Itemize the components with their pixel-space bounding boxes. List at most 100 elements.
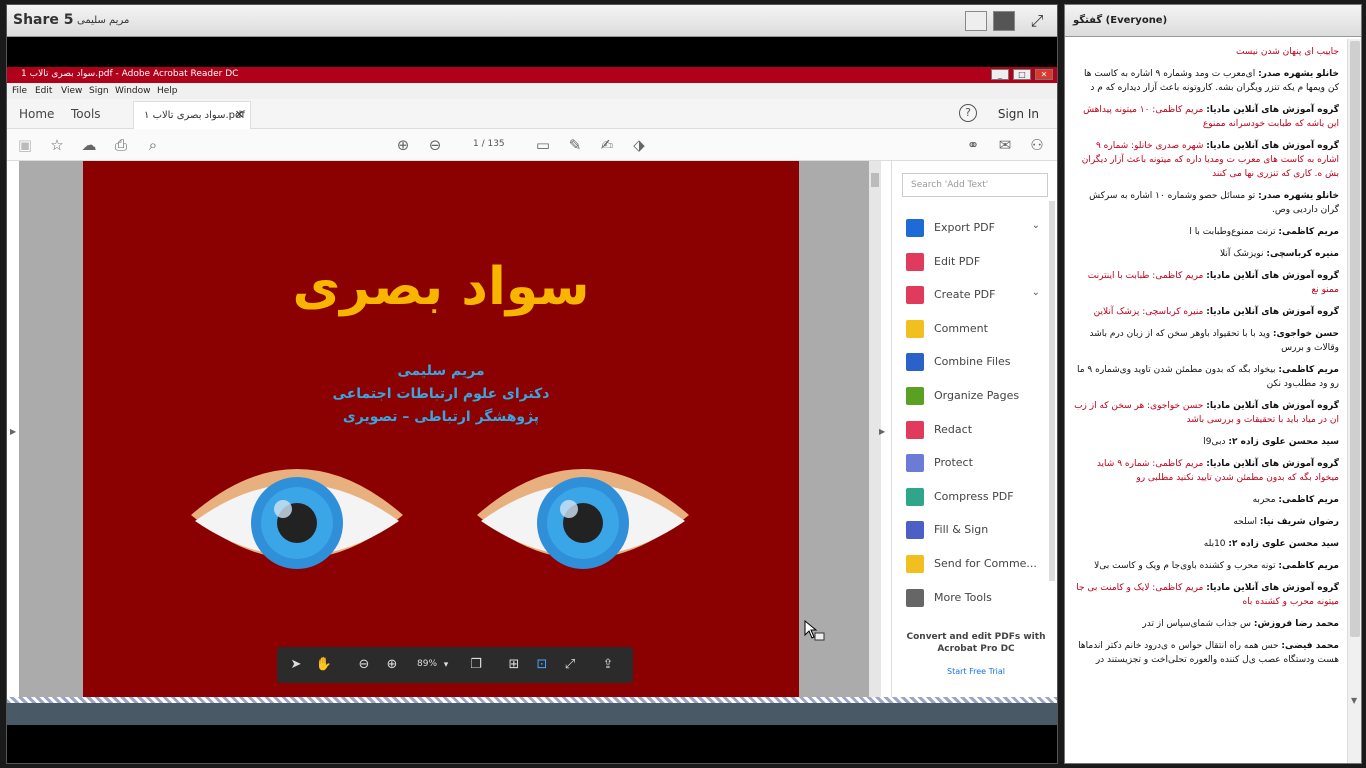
document-area[interactable]: سواد بصری مریم سلیمی دکترای علوم ارتباطا… xyxy=(19,161,869,697)
zoom-out-icon[interactable]: ⊖ xyxy=(355,656,373,674)
chat-scroll-thumb[interactable] xyxy=(1350,41,1360,637)
tool-fill-sign[interactable]: Fill & Sign xyxy=(906,519,1046,543)
tools-search-input[interactable]: Search 'Add Text' xyxy=(902,173,1048,197)
document-scroll-thumb[interactable] xyxy=(871,173,879,187)
tab-tools[interactable]: Tools xyxy=(71,107,101,121)
comment-icon[interactable]: ▭ xyxy=(533,135,553,155)
tool-more-tools[interactable]: More Tools xyxy=(906,587,1046,611)
prev-page-icon[interactable]: ⊕ xyxy=(393,135,413,155)
chat-message: خانلو یشهره صدر: ای‌معرب ت ومد وشماره ۹ … xyxy=(1073,67,1339,95)
tool-organize-pages[interactable]: Organize Pages xyxy=(906,385,1046,409)
menu-sign[interactable]: Sign xyxy=(89,86,109,96)
tool-comment[interactable]: Comment xyxy=(906,318,1046,342)
tab-document[interactable]: ۱ سواد بصری تالاب.pdf ✕ xyxy=(133,101,251,129)
tool-icon xyxy=(906,219,924,237)
tab-home[interactable]: Home xyxy=(19,107,54,121)
upload-cloud-icon[interactable]: ☁ xyxy=(79,135,99,155)
scroll-down-arrow-icon[interactable]: ▼ xyxy=(1351,696,1357,705)
chat-text: 10بله xyxy=(1203,539,1226,549)
chat-sender: مریم کاظمی: xyxy=(1278,561,1339,571)
menu-edit[interactable]: Edit xyxy=(35,86,52,96)
chat-sender: گروه آموزش های آنلاین مادیا: xyxy=(1206,141,1339,151)
tool-edit-pdf[interactable]: Edit PDF xyxy=(906,251,1046,275)
acrobat-window-title: سواد بصری تالاب 1.pdf - Adobe Acrobat Re… xyxy=(21,69,239,79)
acrobat-titlebar: سواد بصری تالاب 1.pdf - Adobe Acrobat Re… xyxy=(7,67,1057,83)
close-window-button[interactable]: ✕ xyxy=(1035,69,1053,80)
left-pane-toggle-icon[interactable]: ▶ xyxy=(10,427,16,436)
layout-normal-button[interactable] xyxy=(965,11,987,31)
next-page-icon[interactable]: ⊖ xyxy=(425,135,445,155)
chat-message: رضوان شریف نیا: اسلحه xyxy=(1073,515,1339,529)
select-arrow-icon[interactable]: ➤ xyxy=(287,656,305,674)
pdf-title: سواد بصری xyxy=(292,257,590,317)
start-free-trial-link[interactable]: Start Free Trial xyxy=(906,667,1046,676)
chat-message: حسن خواجوی: وید با با تحقیواد باوهر سخن … xyxy=(1073,327,1339,355)
hand-tool-icon[interactable]: ✋ xyxy=(315,656,333,674)
chat-title: گفتگو (Everyone) xyxy=(1073,15,1168,26)
attach-link-icon[interactable]: ⚭ xyxy=(963,135,983,155)
search-icon[interactable]: ⌕ xyxy=(143,135,163,155)
menubar: File Edit View Sign Window Help xyxy=(7,83,1057,99)
tool-redact[interactable]: Redact xyxy=(906,419,1046,443)
tool-create-pdf[interactable]: Create PDF ⌄ xyxy=(906,284,1046,308)
page-view-icon[interactable]: ❐ xyxy=(467,656,485,674)
close-tab-icon[interactable]: ✕ xyxy=(235,108,244,121)
chat-message: گروه آموزش های آنلاین مادیا: مریم کاظمی:… xyxy=(1073,581,1339,609)
fullscreen-icon[interactable]: ⤢ xyxy=(1027,11,1047,31)
add-user-icon[interactable]: ⚇ xyxy=(1027,135,1047,155)
tool-label: Fill & Sign xyxy=(934,523,989,537)
fit-page-icon[interactable]: ⊞ xyxy=(505,656,523,674)
fullscreen-mode-icon[interactable]: ⤢ xyxy=(561,656,579,674)
chat-text: منیره کرباسچی: پزشک آنلاین xyxy=(1093,307,1204,317)
pdf-author: مریم سلیمی xyxy=(397,363,485,379)
download-icon[interactable]: ⇪ xyxy=(599,656,617,674)
zoom-dropdown-icon[interactable]: ▾ xyxy=(437,656,455,674)
tool-label: Export PDF xyxy=(934,221,995,234)
layout-fit-button[interactable] xyxy=(993,11,1015,31)
chat-message: گروه آموزش های آنلاین مادیا: حسن خواجوی:… xyxy=(1073,399,1339,427)
sign-icon[interactable]: ✍ xyxy=(597,135,617,155)
zoom-level[interactable]: 89% xyxy=(417,659,437,669)
tool-send-for-comme[interactable]: Send for Comme... xyxy=(906,553,1046,577)
tool-label: Combine Files xyxy=(934,355,1011,369)
email-icon[interactable]: ✉ xyxy=(995,135,1015,155)
help-icon[interactable]: ? xyxy=(959,104,977,122)
menu-file[interactable]: File xyxy=(12,86,27,96)
print-icon[interactable]: ⎙ xyxy=(111,135,131,155)
page-indicator[interactable]: 1 / 135 xyxy=(473,139,505,149)
chat-sender: مریم کاظمی: xyxy=(1278,365,1339,375)
tool-combine-files[interactable]: Combine Files xyxy=(906,351,1046,375)
tools-pane-toggle-icon[interactable]: ▶ xyxy=(879,427,885,436)
menu-help[interactable]: Help xyxy=(157,86,178,96)
chat-message: مریم کاظمی: محربه xyxy=(1073,493,1339,507)
chat-message: مریم کاظمی: ترنت ممنوع‌وطبابت با ا xyxy=(1073,225,1339,239)
fit-width-icon[interactable]: ⊡ xyxy=(533,656,551,674)
minimize-button[interactable]: _ xyxy=(991,69,1009,80)
sign-in-button[interactable]: Sign In xyxy=(998,107,1039,121)
chat-sender: گروه آموزش های آنلاین مادیا: xyxy=(1206,459,1339,469)
tools-scrollbar[interactable] xyxy=(1049,201,1055,581)
chevron-down-icon[interactable]: ⌄ xyxy=(1032,220,1040,231)
menu-view[interactable]: View xyxy=(61,86,82,96)
tool-protect[interactable]: Protect xyxy=(906,452,1046,476)
maximize-button[interactable]: □ xyxy=(1013,69,1031,80)
tool-export-pdf[interactable]: Export PDF ⌄ xyxy=(906,217,1046,241)
chat-scrollbar[interactable]: ▼ xyxy=(1347,39,1361,763)
chat-text: تونه محرب و کشنده باوی‌جا م ویک و کاست ب… xyxy=(1094,561,1276,571)
chat-sender: خانلو یشهره صدر: xyxy=(1258,69,1339,79)
share-pod: Share 5 مریم سلیمی ⤢ سواد بصری تالاب 1.p… xyxy=(6,4,1058,764)
highlight-pen-icon[interactable]: ✎ xyxy=(565,135,585,155)
share-tag-icon[interactable]: ⬗ xyxy=(629,135,649,155)
tool-icon xyxy=(906,286,924,305)
zoom-in-icon[interactable]: ⊕ xyxy=(383,656,401,674)
tool-icon xyxy=(906,487,924,506)
tool-compress-pdf[interactable]: Compress PDF xyxy=(906,486,1046,510)
pdf-degree: دکترای علوم ارتباطات اجتماعی xyxy=(332,386,550,402)
bookmark-star-icon[interactable]: ☆ xyxy=(47,135,67,155)
chat-message: گروه آموزش های آنلاین مادیا: مریم کاظمی:… xyxy=(1073,457,1339,485)
share-header: Share 5 مریم سلیمی ⤢ xyxy=(7,5,1057,37)
menu-window[interactable]: Window xyxy=(115,86,151,96)
save-icon[interactable]: ▣ xyxy=(15,135,35,155)
tool-icon xyxy=(906,252,924,271)
chevron-down-icon[interactable]: ⌄ xyxy=(1032,287,1040,298)
